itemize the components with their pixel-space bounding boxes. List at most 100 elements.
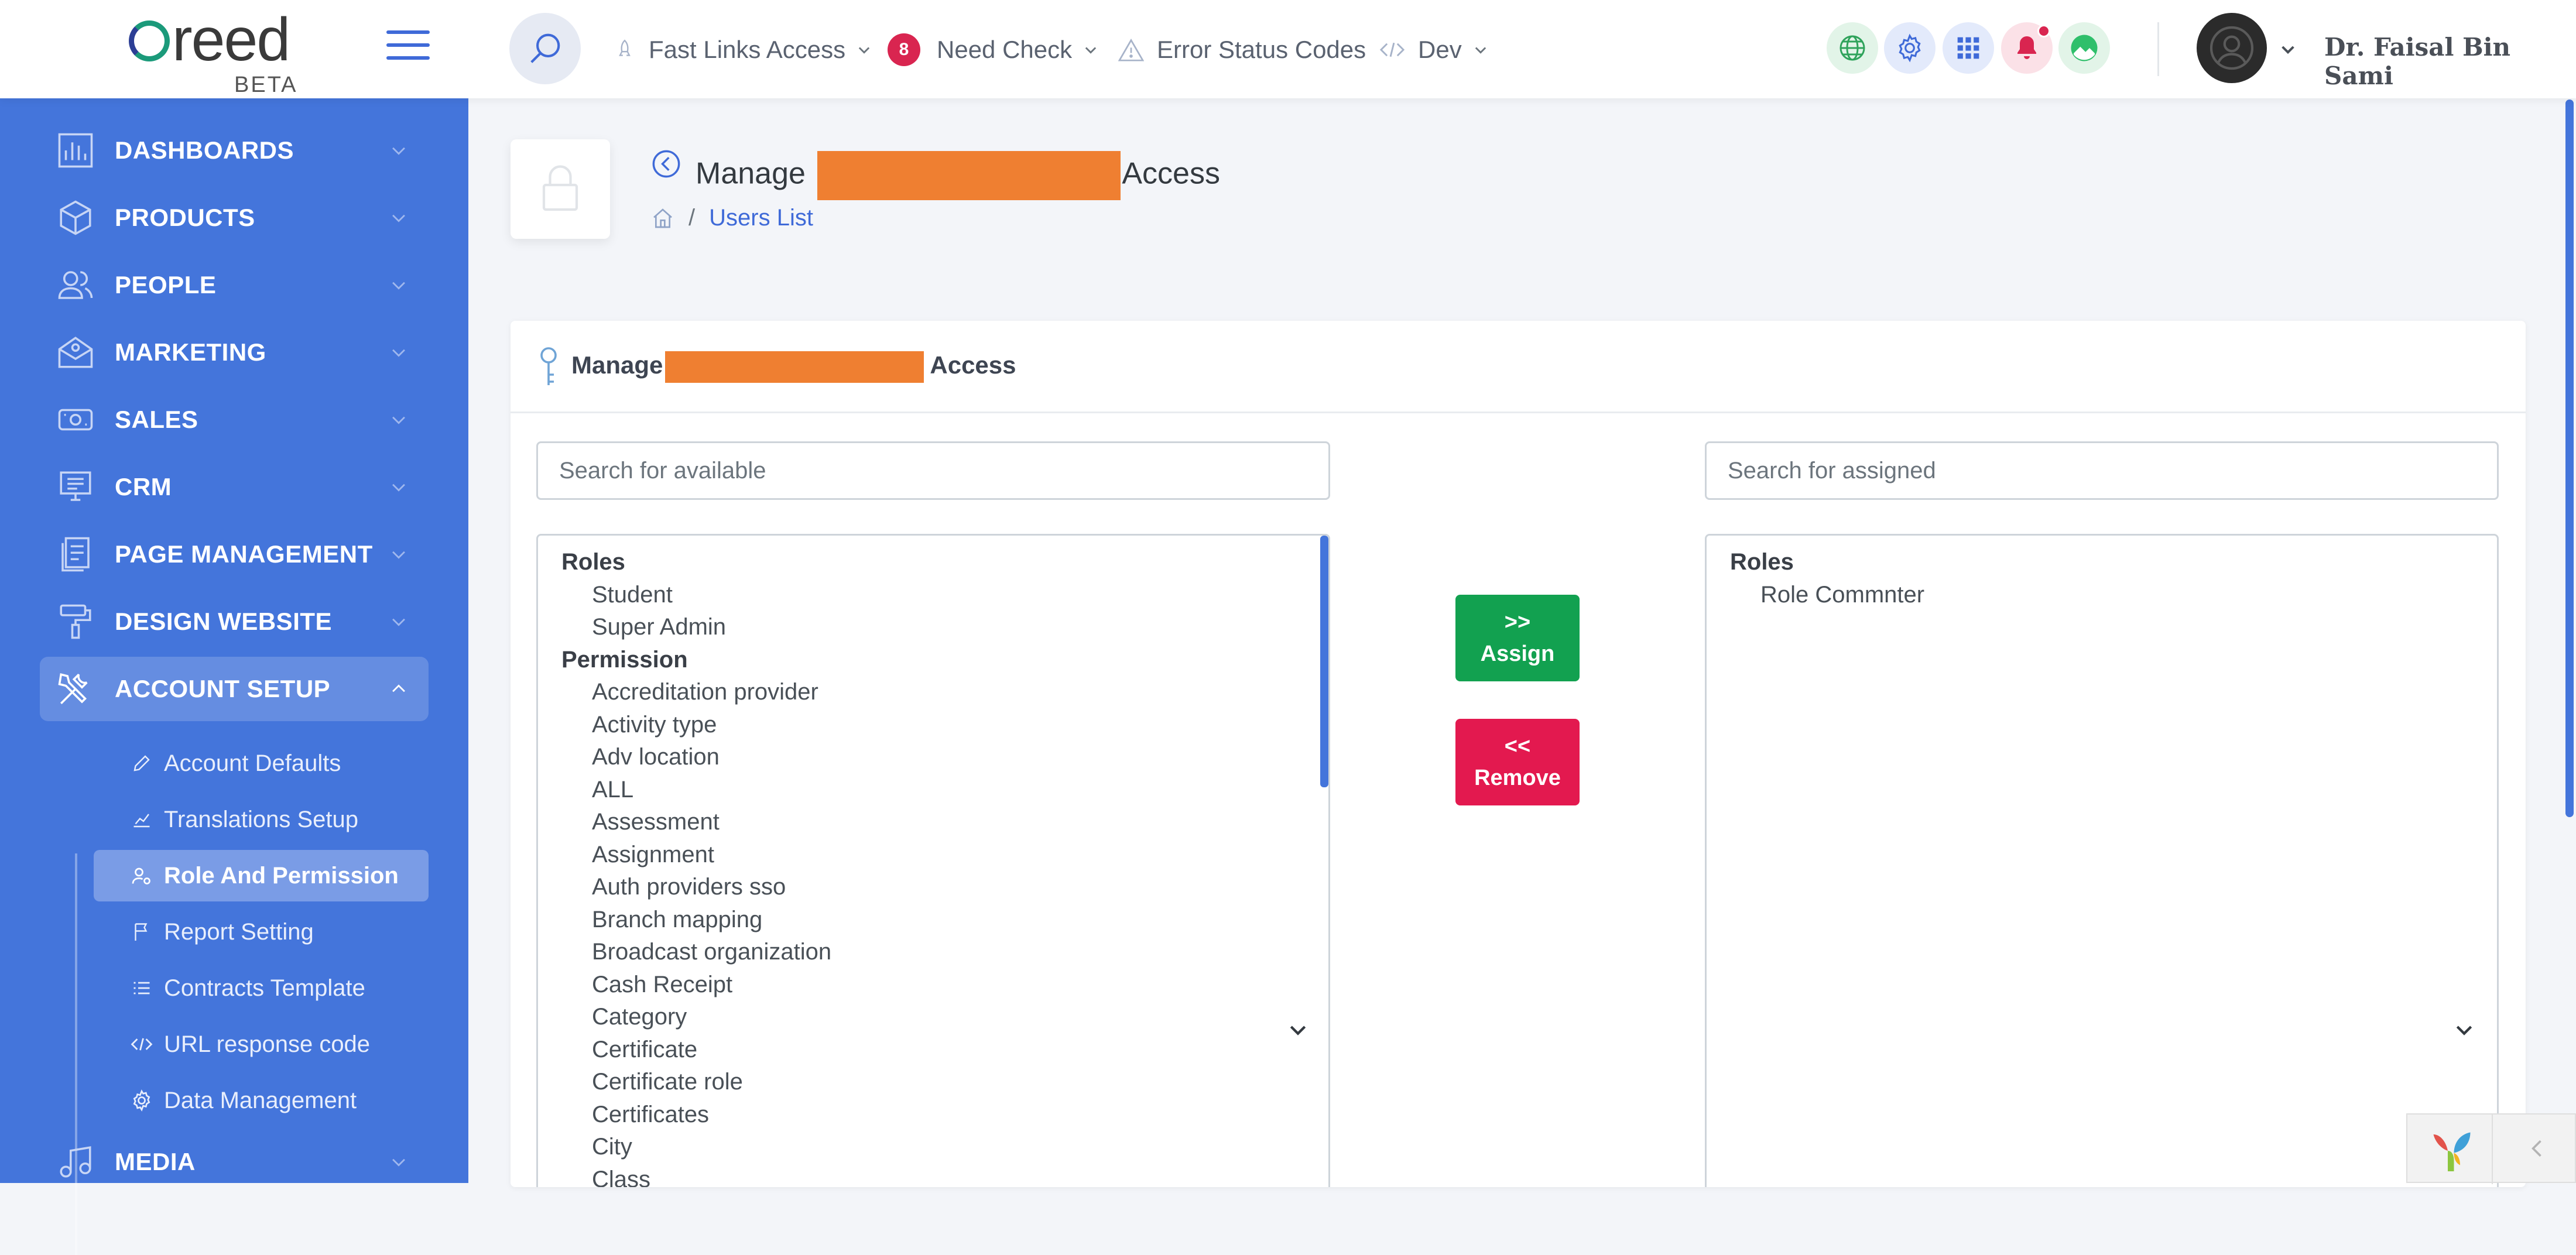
logo-beta-label: BETA	[234, 73, 298, 97]
listbox-option[interactable]: ALL	[561, 774, 831, 807]
listbox-group-label: Roles	[1730, 549, 1794, 575]
page-title: Manage Access	[696, 151, 1220, 200]
assign-button[interactable]: >> Assign	[1455, 595, 1580, 681]
listbox-option[interactable]: Category	[561, 1001, 831, 1034]
sidebar-sub-account-defaults[interactable]: Account Defaults	[94, 738, 429, 789]
sidebar-sub-contracts-template[interactable]: Contracts Template	[94, 962, 429, 1014]
chevron-down-icon	[392, 147, 405, 155]
card-title-prefix: Manage	[571, 351, 663, 379]
mail-open-icon	[58, 337, 93, 368]
avatar[interactable]	[2197, 13, 2267, 83]
app-logo[interactable]: reed BETA	[129, 9, 304, 97]
sidebar-item-media[interactable]: MEDIA	[0, 1130, 468, 1194]
gear-icon	[1899, 33, 1921, 63]
listbox-option[interactable]: Student	[561, 579, 831, 612]
nav-dev[interactable]: Dev	[1379, 29, 1489, 70]
listbox-option[interactable]: Cash Receipt	[561, 969, 831, 1002]
sidebar-sub-url-response-code[interactable]: URL response code	[94, 1019, 429, 1070]
page-title-icon-box	[511, 139, 610, 239]
chevron-down-icon	[392, 416, 405, 424]
listbox-option[interactable]: Assessment	[561, 806, 831, 839]
back-arrow-icon[interactable]	[651, 149, 681, 179]
key-icon	[540, 347, 557, 385]
remove-arrows: <<	[1504, 734, 1531, 759]
notifications-button[interactable]	[2001, 22, 2053, 74]
user-avatar-icon	[2210, 26, 2254, 70]
remove-button[interactable]: << Remove	[1455, 719, 1580, 805]
submenu-line	[75, 853, 77, 1255]
sidebar-sub-role-and-permission[interactable]: Role And Permission	[94, 850, 429, 901]
lock-icon	[542, 165, 578, 211]
listbox-option[interactable]: Activity type	[561, 709, 831, 742]
listbox-option[interactable]: Adv location	[561, 741, 831, 774]
listbox-option[interactable]: Auth providers sso	[561, 871, 831, 904]
debug-toolbar[interactable]	[2406, 1113, 2576, 1184]
listbox-group-label: Permission	[561, 646, 688, 673]
nav-need-check[interactable]: 8 Need Check	[888, 29, 1099, 70]
chevron-down-icon	[1290, 1026, 1306, 1035]
globe-button[interactable]	[1827, 22, 1878, 74]
sidebar-item-people[interactable]: PEOPLE	[0, 253, 468, 317]
page-title-suffix: Access	[1122, 156, 1220, 191]
nav-error-status[interactable]: Error Status Codes	[1118, 29, 1366, 70]
page-title-prefix: Manage	[696, 156, 806, 191]
breadcrumb-users-list[interactable]: Users List	[709, 205, 813, 231]
home-icon[interactable]	[651, 207, 674, 230]
paint-roller-icon	[60, 604, 91, 639]
sidebar-item-dashboards[interactable]: DASHBOARDS	[0, 118, 468, 183]
nav-fast-links[interactable]: Fast Links Access	[614, 29, 872, 70]
sidebar: DASHBOARDS PRODUCTS PEOPLE MARKETING SAL…	[0, 98, 468, 1255]
landscape-icon	[2071, 35, 2098, 61]
available-scrollbar[interactable]	[1320, 536, 1328, 787]
listbox-option[interactable]: Broadcast organization	[561, 936, 831, 969]
assign-arrows: >>	[1504, 610, 1531, 635]
listbox-option[interactable]: Assignment	[561, 839, 831, 872]
chevron-down-icon	[1085, 47, 1097, 54]
bell-icon	[2017, 36, 2036, 59]
globe-icon	[1839, 35, 1865, 61]
listbox-option[interactable]: Branch mapping	[561, 904, 831, 937]
sidebar-sub-data-management[interactable]: Data Management	[94, 1075, 429, 1126]
cash-icon	[58, 409, 93, 431]
sidebar-item-crm[interactable]: CRM	[0, 455, 468, 519]
menu-toggle-icon[interactable]	[386, 30, 430, 63]
sidebar-sub-report-setting[interactable]: Report Setting	[94, 906, 429, 958]
listbox-option[interactable]: Certificate	[561, 1034, 831, 1067]
listbox-option[interactable]: Accreditation provider	[561, 676, 831, 709]
user-menu-chevron-icon[interactable]	[2279, 40, 2297, 59]
pencil-icon	[133, 755, 150, 771]
listbox-option[interactable]: City	[561, 1131, 831, 1164]
redacted-block	[665, 351, 924, 383]
header-divider	[2157, 22, 2159, 76]
sidebar-sub-translations-setup[interactable]: Translations Setup	[94, 794, 429, 845]
chevron-down-icon	[1475, 47, 1486, 54]
need-check-badge: 8	[888, 33, 920, 66]
listbox-option[interactable]: Class	[561, 1164, 831, 1188]
search-button[interactable]	[509, 13, 581, 84]
chevron-left-icon[interactable]	[2524, 1136, 2550, 1161]
search-assigned-input[interactable]	[1705, 441, 2499, 500]
sidebar-item-marketing[interactable]: MARKETING	[0, 320, 468, 385]
listbox-option[interactable]: Certificates	[561, 1099, 831, 1131]
sidebar-item-account-setup[interactable]: ACCOUNT SETUP	[40, 657, 429, 721]
card-title: Manage Access	[571, 351, 1016, 383]
available-listbox[interactable]: Roles Student Super Admin Permission Accredi…	[536, 534, 1330, 1187]
settings-button[interactable]	[1884, 22, 1936, 74]
yii-logo-icon	[2433, 1132, 2471, 1171]
status-button[interactable]	[2058, 22, 2110, 74]
listbox-option[interactable]: Role Commnter	[1730, 579, 1924, 612]
listbox-option[interactable]: Super Admin	[561, 611, 831, 644]
sidebar-item-page-management[interactable]: PAGE MANAGEMENT	[0, 522, 468, 587]
page-scrollbar[interactable]	[2565, 100, 2574, 817]
top-header: reed BETA Fast Links Access 8 Need Check…	[0, 0, 2576, 98]
listbox-option[interactable]: Certificate role	[561, 1066, 831, 1099]
sidebar-item-sales[interactable]: SALES	[0, 388, 468, 452]
assigned-listbox[interactable]: Roles Role Commnter	[1705, 534, 2499, 1187]
card-title-suffix: Access	[930, 351, 1016, 379]
search-available-input[interactable]	[536, 441, 1330, 500]
sidebar-item-products[interactable]: PRODUCTS	[0, 186, 468, 250]
apps-button[interactable]	[1943, 22, 1994, 74]
card-header: Manage Access	[511, 321, 2526, 413]
chevron-down-icon	[2456, 1026, 2472, 1035]
sidebar-item-design-website[interactable]: DESIGN WEBSITE	[0, 589, 468, 654]
